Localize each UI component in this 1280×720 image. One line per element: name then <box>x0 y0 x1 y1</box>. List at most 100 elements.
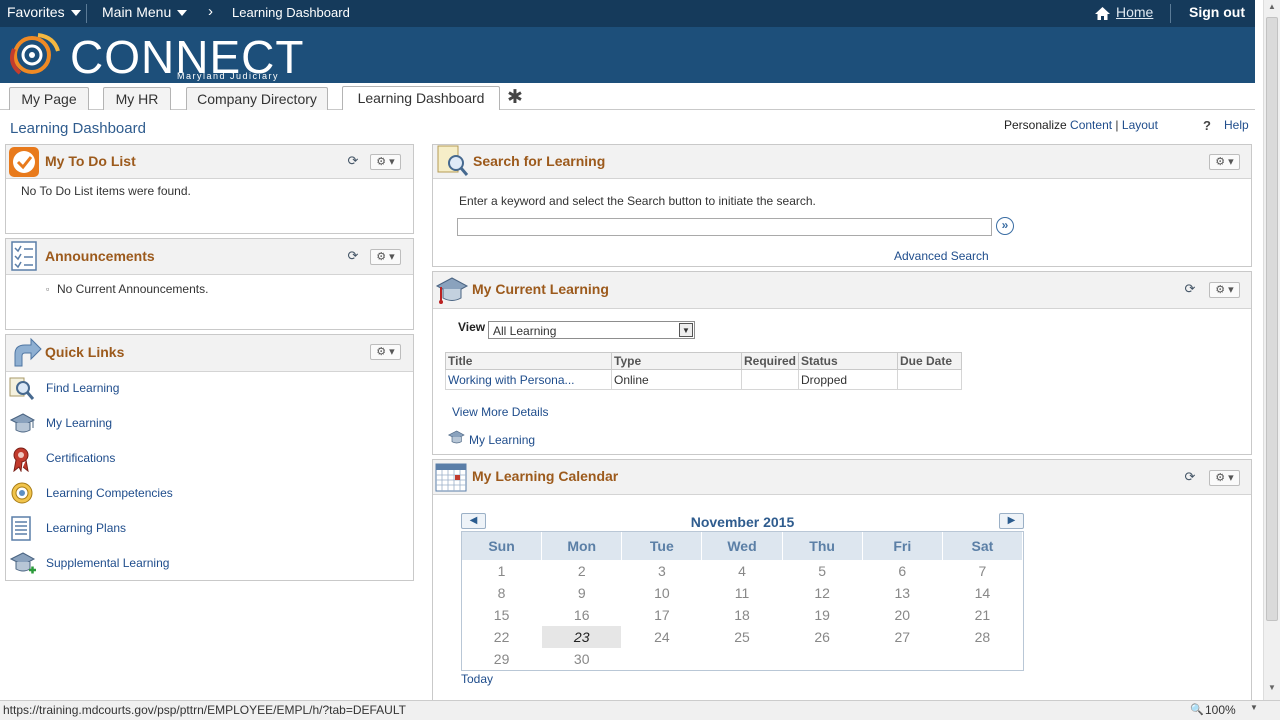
bullet-icon: ▫ <box>46 284 50 294</box>
calendar-day[interactable]: 3 <box>622 560 703 582</box>
calendar-day[interactable]: 22 <box>462 626 543 648</box>
calendar-day[interactable]: 14 <box>943 582 1023 604</box>
quick-link-learning-plans[interactable]: Learning Plans <box>46 521 126 535</box>
pagelet-options-button[interactable]: ⚙ ▾ <box>370 154 401 170</box>
column-header-type[interactable]: Type <box>611 352 742 370</box>
tab-my-page[interactable]: My Page <box>9 87 89 110</box>
calendar-day[interactable]: 6 <box>863 560 943 582</box>
next-month-button[interactable]: ▶ <box>999 513 1024 529</box>
view-select[interactable]: All Learning ▼ <box>488 321 695 339</box>
sign-out-link[interactable]: Sign out <box>1189 4 1245 20</box>
pagelet-options-button[interactable]: ⚙ ▾ <box>1209 282 1240 298</box>
today-link[interactable]: Today <box>461 672 493 686</box>
calendar-day[interactable]: 28 <box>943 626 1023 648</box>
zoom-level[interactable]: 100% <box>1205 703 1236 717</box>
learning-title-link[interactable]: Working with Persona... <box>445 369 612 390</box>
calendar-empty-cell <box>702 648 783 670</box>
calendar-day[interactable]: 5 <box>783 560 863 582</box>
pagelet-header: My Learning Calendar ⟳ ⚙ ▾ <box>433 460 1251 495</box>
quick-link-learning-competencies[interactable]: Learning Competencies <box>46 486 173 500</box>
calendar-week-row: 8 9 10 11 12 13 14 <box>462 582 1023 604</box>
favorites-label: Favorites <box>7 4 65 20</box>
my-learning-link[interactable]: My Learning <box>469 433 535 447</box>
quick-link-my-learning[interactable]: My Learning <box>46 416 112 430</box>
view-more-details-link[interactable]: View More Details <box>452 405 548 419</box>
calendar-day[interactable]: 1 <box>462 560 543 582</box>
calendar-day[interactable]: 29 <box>462 648 543 670</box>
refresh-icon[interactable]: ⟳ <box>1183 470 1197 484</box>
refresh-icon[interactable]: ⟳ <box>346 249 360 263</box>
pagelet-options-button[interactable]: ⚙ ▾ <box>1209 470 1240 486</box>
personalize-content-link[interactable]: Content <box>1070 118 1112 132</box>
personalize-bar: Personalize Content | Layout <box>1004 118 1158 132</box>
help-icon[interactable]: ? <box>1203 118 1211 133</box>
gear-icon[interactable]: ✱ <box>507 86 523 109</box>
vertical-scrollbar[interactable]: ▲ ▼ <box>1263 0 1280 700</box>
calendar-day[interactable]: 8 <box>462 582 543 604</box>
advanced-search-link[interactable]: Advanced Search <box>894 249 989 263</box>
calendar-day[interactable]: 18 <box>702 604 783 626</box>
empty-message: No To Do List items were found. <box>21 184 191 198</box>
tab-company-directory[interactable]: Company Directory <box>186 87 328 110</box>
search-go-icon[interactable]: » <box>996 217 1014 235</box>
scroll-down-icon[interactable]: ▼ <box>1268 683 1276 692</box>
home-icon[interactable] <box>1094 6 1111 24</box>
calendar-day[interactable]: 10 <box>622 582 703 604</box>
calendar-day[interactable]: 4 <box>702 560 783 582</box>
calendar-day[interactable]: 19 <box>783 604 863 626</box>
calendar-day[interactable]: 25 <box>702 626 783 648</box>
calendar-day[interactable]: 20 <box>863 604 943 626</box>
column-header-due-date[interactable]: Due Date <box>897 352 962 370</box>
column-header-status[interactable]: Status <box>798 352 899 370</box>
zoom-icon[interactable]: 🔍 <box>1190 703 1204 716</box>
calendar-day[interactable]: 30 <box>542 648 623 670</box>
calendar-day[interactable]: 12 <box>783 582 863 604</box>
main-menu[interactable]: Main Menu <box>102 4 188 20</box>
pagelet-options-button[interactable]: ⚙ ▾ <box>370 249 401 265</box>
personalize-layout-link[interactable]: Layout <box>1122 118 1158 132</box>
day-header: Sat <box>943 532 1023 560</box>
logo-subtitle: Maryland Judiciary <box>177 71 280 81</box>
tab-learning-dashboard[interactable]: Learning Dashboard <box>342 86 500 110</box>
calendar-day[interactable]: 16 <box>542 604 623 626</box>
quick-link-supplemental-learning[interactable]: Supplemental Learning <box>46 556 169 570</box>
calendar-day[interactable]: 27 <box>863 626 943 648</box>
scroll-up-icon[interactable]: ▲ <box>1268 2 1276 11</box>
calendar-day[interactable]: 21 <box>943 604 1023 626</box>
personalize-label: Personalize <box>1004 118 1067 132</box>
chevron-down-icon <box>177 10 188 17</box>
calendar-day[interactable]: 9 <box>542 582 623 604</box>
magnifier-icon <box>437 145 469 176</box>
refresh-icon[interactable]: ⟳ <box>1183 282 1197 296</box>
home-link[interactable]: Home <box>1116 4 1153 20</box>
calendar-day[interactable]: 7 <box>943 560 1023 582</box>
calendar-day[interactable]: 26 <box>783 626 863 648</box>
current-learning-pagelet: My Current Learning ⟳ ⚙ ▾ View All Learn… <box>432 271 1252 455</box>
quick-link-certifications[interactable]: Certifications <box>46 451 115 465</box>
chevron-down-icon[interactable]: ▼ <box>1250 703 1258 712</box>
calendar-day[interactable]: 17 <box>622 604 703 626</box>
column-header-title[interactable]: Title <box>445 352 612 370</box>
scrollbar-thumb[interactable] <box>1266 17 1278 621</box>
calendar-day[interactable]: 15 <box>462 604 543 626</box>
calendar-week-row: 1234567 <box>462 560 1023 582</box>
calendar-day[interactable]: 23 <box>542 626 623 648</box>
connect-logo-icon <box>10 33 60 75</box>
refresh-icon[interactable]: ⟳ <box>346 154 360 168</box>
help-link[interactable]: Help <box>1224 118 1249 132</box>
pagelet-options-button[interactable]: ⚙ ▾ <box>1209 154 1240 170</box>
favorites-menu[interactable]: Favorites <box>7 4 81 20</box>
pagelet-options-button[interactable]: ⚙ ▾ <box>370 344 401 360</box>
tab-my-hr[interactable]: My HR <box>103 87 171 110</box>
search-input[interactable] <box>457 218 992 236</box>
pagelet-header: My To Do List ⟳ ⚙ ▾ <box>6 145 413 179</box>
calendar-day[interactable]: 13 <box>863 582 943 604</box>
column-header-required[interactable]: Required <box>740 352 800 370</box>
calendar-day[interactable]: 2 <box>542 560 623 582</box>
calendar-day[interactable]: 24 <box>622 626 703 648</box>
graduation-cap-icon <box>435 277 469 304</box>
quick-link-find-learning[interactable]: Find Learning <box>46 381 119 395</box>
view-select-value: All Learning <box>493 324 557 338</box>
calendar-day[interactable]: 11 <box>702 582 783 604</box>
target-icon <box>11 482 33 504</box>
